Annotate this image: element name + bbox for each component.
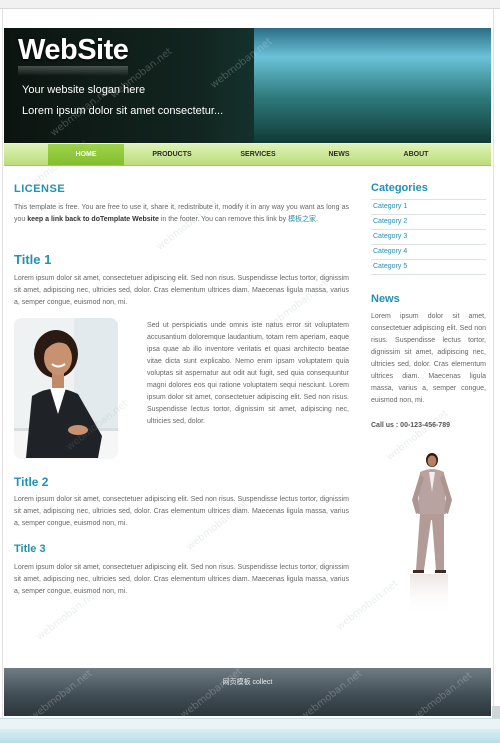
nav-news[interactable]: NEWS [304,144,374,165]
section-title-1: Title 1 [14,252,52,267]
category-link-5[interactable]: Category 5 [371,259,486,275]
browser-top-strip [0,0,500,9]
category-link-2[interactable]: Category 2 [371,214,486,229]
scrollbar-thumb[interactable] [492,706,500,718]
site-header: WebSite Your website slogan here Lorem i… [4,28,491,143]
nav-home[interactable]: HOME [48,144,124,165]
nav-products[interactable]: PRODUCTS [134,144,210,165]
watermark: webmoban.net [178,666,245,721]
site-tagline: Lorem ipsum dolor sit amet consectetur..… [22,105,224,117]
city-skyline-image [254,28,491,143]
license-text-part: in the footer. You can remove this link … [158,216,289,223]
businesswoman-illustration [14,318,118,459]
standing-businesswoman-image [410,453,452,616]
site-logo[interactable]: WebSite [18,34,129,67]
news-heading: News [371,293,400,305]
license-heading: LICENSE [14,183,66,195]
category-link-4[interactable]: Category 4 [371,244,486,259]
site-footer: 网页模板 collect webmoban.net webmoban.net w… [4,666,491,725]
main-nav: HOME PRODUCTS SERVICES NEWS ABOUT [4,143,491,166]
site-slogan: Your website slogan here [22,84,146,96]
categories-list: Category 1 Category 2 Category 3 Categor… [371,199,486,275]
license-text-part: . [316,216,319,223]
call-us-text: Call us : 00-123-456-789 [371,422,450,429]
section-3-text: Lorem ipsum dolor sit amet, consectetuer… [14,564,349,595]
license-link-text: keep a link back to doTemplate Website [27,216,159,223]
section-title-3: Title 3 [14,543,46,555]
nav-about[interactable]: ABOUT [378,144,454,165]
browser-bottom-bar [0,718,500,743]
businesswoman-photo [14,318,118,459]
footer-text: 网页模板 collect [222,679,273,686]
category-link-1[interactable]: Category 1 [371,199,486,214]
category-link-3[interactable]: Category 3 [371,229,486,244]
section-1-side-text: Sed ut perspiciatis unde omnis iste natu… [147,322,349,425]
nav-services[interactable]: SERVICES [220,144,296,165]
section-2-text: Lorem ipsum dolor sit amet, consectetuer… [14,496,349,527]
logo-reflection [18,66,128,76]
section-1-text: Lorem ipsum dolor sit amet, consectetuer… [14,275,349,306]
categories-heading: Categories [371,182,428,194]
section-title-2: Title 2 [14,475,49,489]
license-link[interactable]: 模板之家 [288,216,316,223]
news-text: Lorem ipsum dolor sit amet, consectetuer… [371,313,486,404]
license-text: This template is free. You are free to u… [14,202,349,226]
